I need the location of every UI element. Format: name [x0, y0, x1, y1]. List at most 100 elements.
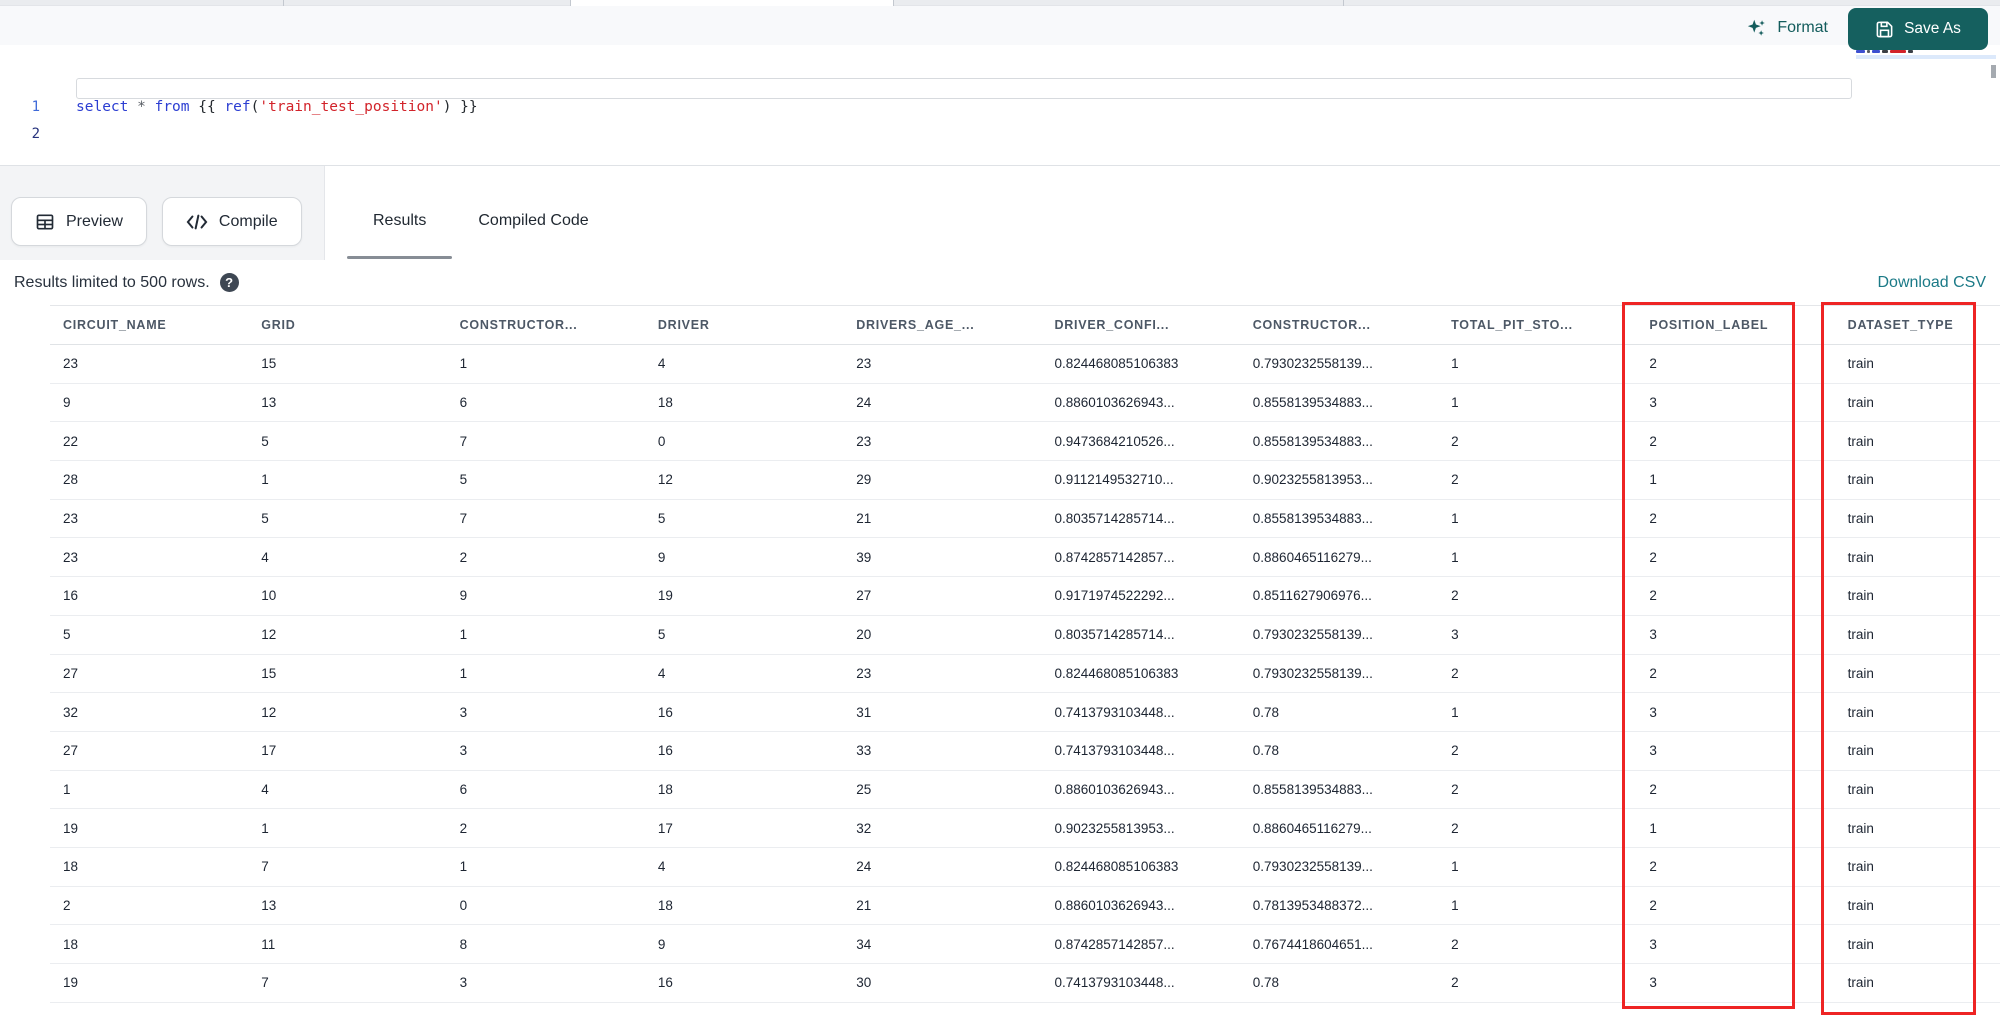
table-cell: 23 — [63, 356, 79, 372]
table-cell: 4 — [657, 859, 666, 875]
column-header-dataset_type: DATASET_TYPE — [1847, 318, 1954, 332]
table-cell: 3 — [1649, 743, 1657, 759]
table-cell: 0.8860103626943... — [1054, 781, 1175, 797]
table-cell: 1 — [1649, 820, 1657, 836]
column-header-driver_confi: DRIVER_CONFI... — [1054, 318, 1170, 332]
table-cell: 0.7674418604651... — [1252, 936, 1373, 952]
table-cell: 0.8742857142857... — [1054, 936, 1175, 952]
table-cell: 0.7413793103448... — [1054, 743, 1175, 759]
table-cell: 19 — [657, 588, 673, 604]
table-cell: 0.7930232558139... — [1252, 665, 1373, 681]
table-row: 2 13 0 18 21 0.8860103626943... 0.781395348837… — [50, 887, 2000, 926]
editor-minimap[interactable] — [1856, 50, 1996, 62]
table-cell: 8 — [459, 936, 468, 952]
table-cell: train — [1847, 395, 1874, 411]
column-header-position_label: POSITION_LABEL — [1649, 318, 1769, 332]
table-cell: 10 — [261, 588, 277, 604]
floppy-disk-icon — [1875, 20, 1894, 39]
table-cell: 31 — [856, 704, 872, 720]
compile-button[interactable]: Compile — [161, 197, 302, 246]
table-cell: 19 — [63, 820, 79, 836]
code-line-1[interactable]: 1 select * from {{ ref('train_test_posit… — [0, 96, 2000, 117]
table-cell: 0.7930232558139... — [1252, 627, 1373, 643]
table-cell: 3 — [459, 975, 468, 991]
table-cell: 27 — [856, 588, 872, 604]
table-cell: 23 — [63, 549, 79, 565]
column-header-drivers_age_: DRIVERS_AGE_... — [856, 318, 975, 332]
table-cell: 3 — [459, 704, 468, 720]
table-cell: 0.9171974522292... — [1054, 588, 1175, 604]
sql-token-plain — [146, 99, 155, 115]
table-cell: 7 — [459, 511, 468, 527]
tab-results[interactable]: Results — [347, 166, 453, 261]
table-cell: train — [1847, 859, 1874, 875]
table-cell: 27 — [63, 743, 79, 759]
table-cell: train — [1847, 975, 1874, 991]
table-cell: 0.824468085106383 — [1054, 859, 1179, 875]
editor-scrollbar-thumb[interactable] — [1991, 65, 1996, 78]
table-cell: 2 — [1451, 936, 1459, 952]
minimap-code-line — [1856, 50, 1996, 53]
format-button[interactable]: Format — [1746, 14, 1828, 42]
minimap-active-region — [1856, 55, 1996, 59]
table-cell: 24 — [856, 395, 872, 411]
tab-compiled-code[interactable]: Compiled Code — [452, 166, 614, 261]
preview-button[interactable]: Preview — [11, 197, 147, 246]
table-cell: 16 — [657, 743, 673, 759]
table-cell: 1 — [459, 859, 468, 875]
table-cell: 1 — [63, 781, 71, 797]
sql-token-function: ref — [224, 98, 251, 115]
table-cell: train — [1847, 743, 1874, 759]
table-cell: 2 — [459, 820, 468, 836]
table-cell: train — [1847, 704, 1874, 720]
save-as-button[interactable]: Save As — [1848, 8, 1988, 50]
table-cell: 1 — [459, 627, 468, 643]
table-cell: 2 — [1451, 975, 1459, 991]
table-cell: 23 — [856, 433, 872, 449]
help-icon[interactable]: ? — [219, 273, 239, 292]
table-cell: 1 — [1451, 859, 1459, 875]
table-cell: 5 — [657, 511, 666, 527]
table-cell: 0.7930232558139... — [1252, 859, 1373, 875]
sql-token-operator: * — [137, 98, 146, 115]
table-cell: 3 — [1649, 395, 1657, 411]
table-cell: 0.824468085106383 — [1054, 356, 1179, 372]
table-cell: 2 — [63, 897, 71, 913]
column-header-circuit_name: CIRCUIT_NAME — [63, 318, 167, 332]
download-csv-link[interactable]: Download CSV — [1878, 274, 1987, 292]
table-cell: 18 — [657, 395, 673, 411]
table-cell: 5 — [459, 472, 468, 488]
table-cell: 32 — [856, 820, 872, 836]
code-line-2[interactable]: 2 — [0, 123, 2000, 144]
table-cell: 0.8860465116279... — [1252, 549, 1372, 565]
table-grid-icon — [35, 212, 55, 232]
table-cell: 9 — [657, 549, 666, 565]
table-cell: 0.8860465116279... — [1252, 820, 1372, 836]
table-cell: train — [1847, 356, 1874, 372]
table-cell: 2 — [1451, 472, 1459, 488]
table-cell: train — [1847, 627, 1874, 643]
column-header-constructor: CONSTRUCTOR... — [1252, 318, 1371, 332]
table-cell: 1 — [1451, 897, 1459, 913]
table-cell: 5 — [261, 511, 269, 527]
table-row: 5 12 1 5 20 0.8035714285714... 0.7930232558139… — [50, 616, 2000, 655]
sql-editor[interactable]: 1 select * from {{ ref('train_test_posit… — [0, 45, 2000, 165]
table-cell: 5 — [657, 627, 666, 643]
table-cell: train — [1847, 897, 1874, 913]
table-row: 23 5 7 5 21 0.8035714285714... 0.8558139534883… — [50, 500, 2000, 539]
table-row: 9 13 6 18 24 0.8860103626943... 0.855813953488… — [50, 384, 2000, 423]
compile-label: Compile — [218, 212, 278, 230]
table-cell: 1 — [1451, 704, 1459, 720]
table-cell: 16 — [657, 975, 673, 991]
column-header-driver: DRIVER — [657, 318, 710, 332]
table-body: 23 15 1 4 23 0.824468085106383 0.7930232558139… — [50, 345, 2000, 1003]
table-cell: 2 — [1649, 511, 1657, 527]
column-header-constructor: CONSTRUCTOR... — [459, 318, 578, 332]
table-cell: 0.9023255813953... — [1054, 820, 1175, 836]
results-table: CIRCUIT_NAME GRID CONSTRUCTOR... DRIVER DRIV… — [50, 305, 2000, 1003]
table-cell: train — [1847, 549, 1874, 565]
table-cell: 2 — [1649, 781, 1657, 797]
table-cell: 2 — [1649, 549, 1657, 565]
table-cell: 0.8511627906976... — [1252, 588, 1372, 604]
table-row: 23 15 1 4 23 0.824468085106383 0.7930232558139… — [50, 345, 2000, 384]
